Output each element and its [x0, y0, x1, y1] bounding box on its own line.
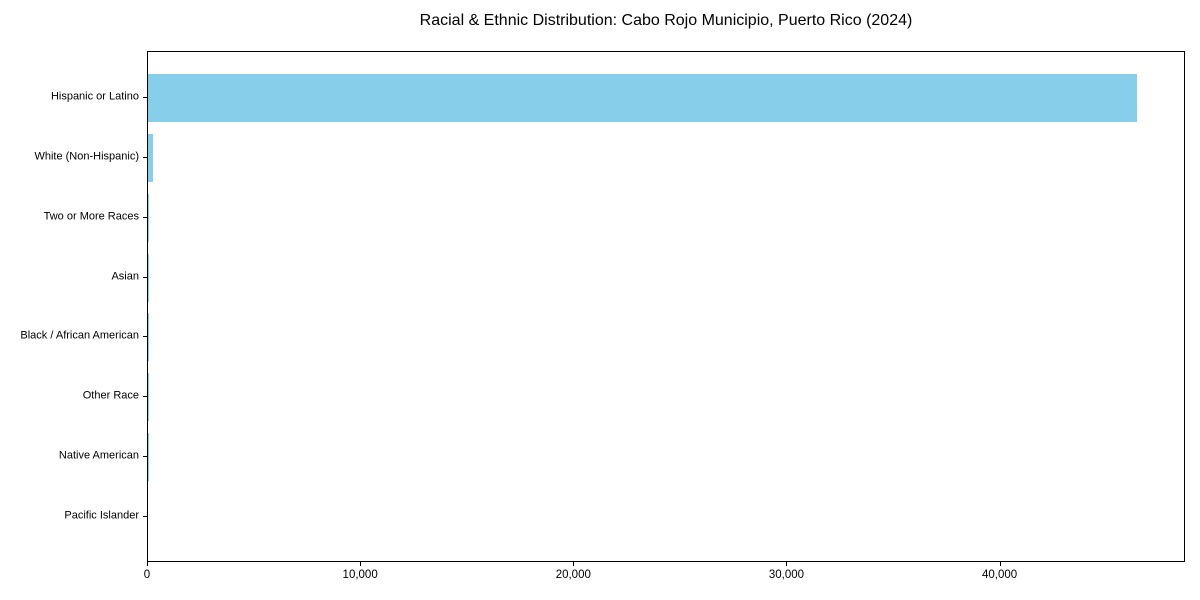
bar-white-non-hispanic — [148, 134, 154, 182]
bar-hispanic-or-latino — [148, 74, 1137, 123]
x-tick-mark — [147, 562, 148, 566]
plot-area — [147, 51, 1185, 562]
x-tick-label-0: 0 — [143, 569, 151, 581]
y-tick-mark — [143, 455, 147, 457]
y-tick-label-two-or-more-races: Two or More Races — [43, 210, 139, 223]
y-tick-mark — [143, 97, 147, 99]
x-tick-mark — [573, 562, 575, 566]
x-tick-mark — [786, 562, 788, 566]
y-tick-mark — [143, 515, 147, 517]
x-tick-mark — [999, 562, 1001, 566]
x-tick-label-40000: 40,000 — [981, 569, 1018, 581]
y-tick-mark — [143, 396, 147, 398]
bar-two-or-more-races — [148, 193, 150, 242]
y-tick-label-other-race: Other Race — [82, 389, 139, 402]
y-tick-label-black-african-american: Black / African American — [20, 329, 139, 342]
y-tick-mark — [143, 276, 147, 278]
y-tick-label-native-american: Native American — [58, 449, 139, 462]
y-tick-label-asian: Asian — [111, 270, 139, 283]
x-tick-label-30000: 30,000 — [768, 569, 805, 581]
y-tick-label-pacific-islander: Pacific Islander — [64, 509, 139, 522]
x-tick-mark — [360, 562, 362, 566]
bar-chart-figure: Racial & Ethnic Distribution: Cabo Rojo … — [0, 0, 1200, 600]
y-tick-label-hispanic-or-latino: Hispanic or Latino — [50, 90, 139, 103]
y-tick-mark — [143, 216, 147, 218]
x-tick-label-10000: 10,000 — [342, 569, 378, 581]
y-tick-mark — [143, 157, 147, 159]
chart-title: Racial & Ethnic Distribution: Cabo Rojo … — [419, 12, 913, 29]
y-tick-label-white-non-hispanic: White (Non-Hispanic) — [34, 150, 139, 163]
x-tick-label-20000: 20,000 — [555, 569, 591, 581]
bar-asian — [148, 253, 149, 302]
y-tick-mark — [143, 336, 147, 338]
